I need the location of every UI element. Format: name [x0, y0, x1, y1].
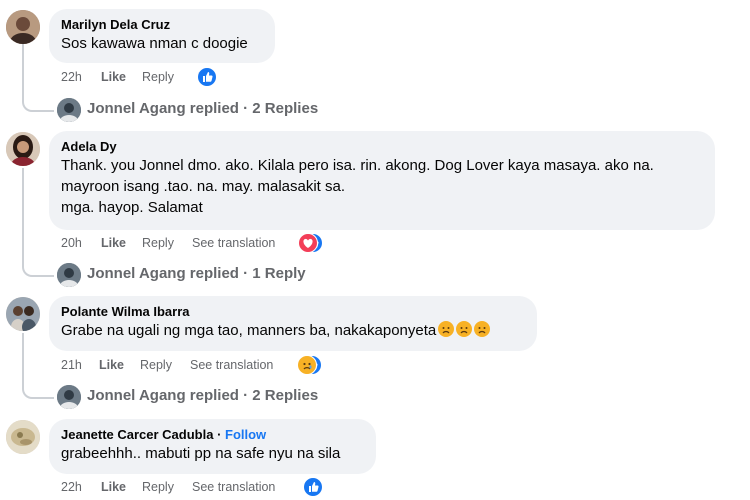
see-translation-link[interactable]: See translation: [190, 355, 273, 375]
comment-bubble: Polante Wilma Ibarra Grabe na ugali ng m…: [49, 296, 537, 351]
avatar[interactable]: [6, 10, 40, 44]
disappointed-emoji-icon: [456, 321, 473, 337]
see-translation-link[interactable]: See translation: [192, 477, 275, 497]
love-reaction-icon: [298, 233, 318, 253]
replies-summary[interactable]: Jonnel Agang replied · 2 Replies: [87, 387, 318, 404]
reply-avatar: [57, 98, 81, 122]
reply-avatar: [57, 263, 81, 287]
reply-button[interactable]: Reply: [142, 477, 174, 497]
like-button[interactable]: Like: [101, 233, 126, 253]
see-translation-link[interactable]: See translation: [192, 233, 275, 253]
disappointed-emoji-icon: [474, 321, 491, 337]
reply-button[interactable]: Reply: [142, 233, 174, 253]
reply-button[interactable]: Reply: [142, 67, 174, 87]
comment-author[interactable]: Marilyn Dela Cruz: [61, 16, 263, 33]
comment-bubble: Marilyn Dela Cruz Sos kawawa nman c doog…: [49, 9, 275, 63]
sad-reaction-icon: [297, 355, 317, 375]
comment-text: grabeehhh.. mabuti pp na safe nyu na sil…: [61, 445, 341, 462]
view-replies[interactable]: Jonnel Agang replied · 2 Replies: [22, 371, 422, 409]
comment-text: mga. hayop. Salamat: [61, 199, 203, 216]
comment-text: Grabe na ugali ng mga tao, manners ba, n…: [61, 320, 525, 341]
view-replies[interactable]: Jonnel Agang replied · 2 Replies: [22, 84, 422, 122]
disappointed-emoji-icon: [438, 321, 455, 337]
reply-connector: [22, 249, 54, 277]
comment-author[interactable]: Polante Wilma Ibarra: [61, 303, 525, 320]
like-button[interactable]: Like: [101, 477, 126, 497]
comment-time[interactable]: 21h: [61, 355, 82, 375]
like-reaction-icon: [303, 477, 323, 497]
reply-button[interactable]: Reply: [140, 355, 172, 375]
like-reaction-icon: [197, 67, 217, 87]
avatar[interactable]: [6, 132, 40, 166]
reply-connector: [22, 371, 54, 399]
comment-author[interactable]: Jeanette Carcer Cadubla: [61, 427, 213, 442]
comment-bubble: Adela Dy Thank. you Jonnel dmo. ako. Kil…: [49, 131, 715, 230]
view-replies[interactable]: Jonnel Agang replied · 1 Reply: [22, 249, 422, 287]
comment-time[interactable]: 20h: [61, 233, 82, 253]
follow-button[interactable]: Follow: [225, 427, 266, 442]
comment-bubble: Jeanette Carcer Cadubla · Follow grabeeh…: [49, 419, 376, 474]
comment-text-body: Grabe na ugali ng mga tao, manners ba, n…: [61, 322, 437, 339]
comment-time[interactable]: 22h: [61, 67, 82, 87]
avatar[interactable]: [6, 420, 40, 454]
reply-avatar: [57, 385, 81, 409]
comment-author-line: Jeanette Carcer Cadubla · Follow: [61, 427, 267, 442]
comment-author[interactable]: Adela Dy: [61, 138, 703, 155]
avatar[interactable]: [6, 297, 40, 331]
like-button[interactable]: Like: [101, 67, 126, 87]
thread-line: [22, 168, 24, 262]
comment-time[interactable]: 22h: [61, 477, 82, 497]
comment-text: mayroon isang .tao. na. may. malasakit s…: [61, 178, 346, 195]
replies-summary[interactable]: Jonnel Agang replied · 2 Replies: [87, 100, 318, 117]
comment-text: Sos kawawa nman c doogie: [61, 35, 248, 52]
comment-text: Thank. you Jonnel dmo. ako. Kilala pero …: [61, 157, 654, 174]
reply-connector: [22, 84, 54, 112]
like-button[interactable]: Like: [99, 355, 124, 375]
replies-summary[interactable]: Jonnel Agang replied · 1 Reply: [87, 265, 306, 282]
